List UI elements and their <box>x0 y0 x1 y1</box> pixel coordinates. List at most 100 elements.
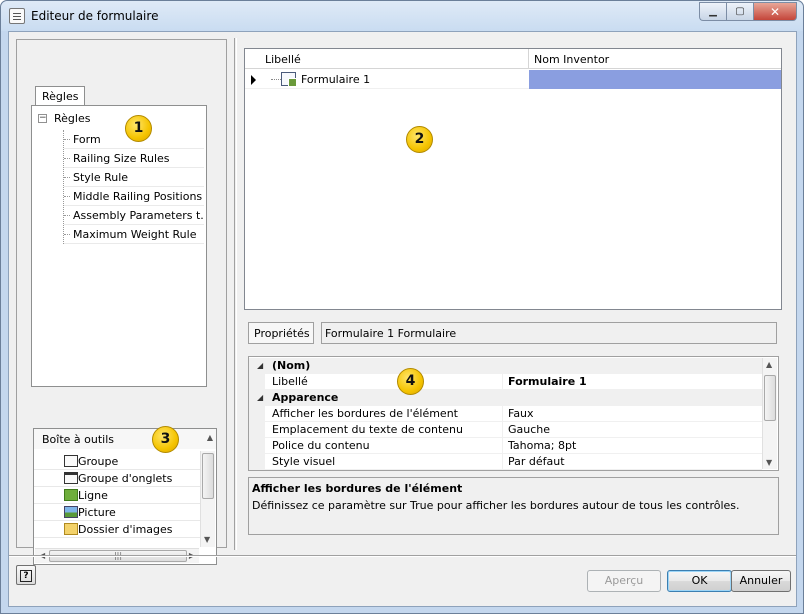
maximize-button[interactable]: ▢ <box>726 2 753 21</box>
property-row-show-borders[interactable]: Afficher les bordures de l'élément Faux <box>249 406 762 422</box>
tool-label: Groupe <box>78 454 119 468</box>
category-label: Apparence <box>272 391 339 404</box>
property-name: Emplacement du texte de contenu <box>272 423 463 436</box>
category-appearance[interactable]: ◢ Apparence <box>249 390 762 406</box>
scroll-up-icon[interactable]: ▲ <box>766 360 772 369</box>
toolbox-header: Boîte à outils ▲ <box>34 429 216 449</box>
tab-rules[interactable]: Règles <box>35 86 86 106</box>
tool-tab-group[interactable]: Groupe d'onglets <box>34 470 200 487</box>
collapse-triangle-icon[interactable]: ◢ <box>257 361 263 370</box>
scrollbar-thumb[interactable] <box>202 453 214 499</box>
row-inventor-name-cell[interactable] <box>529 70 781 89</box>
tool-group[interactable]: Groupe <box>34 453 200 470</box>
property-name: Libellé <box>272 375 308 388</box>
category-label: (Nom) <box>272 359 311 372</box>
column-divider <box>502 422 503 438</box>
column-divider <box>502 438 503 454</box>
form-editor-window: Editeur de formulaire ▁ ▢ ✕ Règles − Règ… <box>0 0 804 614</box>
property-grid[interactable]: ◢ (Nom) Libellé Formulaire 1 ◢ Apparence… <box>248 356 779 471</box>
minimize-button[interactable]: ▁ <box>699 2 726 21</box>
tool-label: Groupe d'onglets <box>78 471 173 485</box>
rules-tree[interactable]: − Règles Form Railing Size Rules Style R… <box>31 105 207 387</box>
property-row-visual-style[interactable]: Style visuel Par défaut <box>249 454 762 470</box>
collapse-triangle-icon[interactable]: ◢ <box>257 393 263 402</box>
dialog-client-area: Règles − Règles Form Railing Size Rules … <box>8 31 797 607</box>
tree-item-middle-railing-positions[interactable]: Middle Railing Positions <box>64 187 204 206</box>
minimize-icon: ▁ <box>709 6 717 17</box>
window-controls: ▁ ▢ ✕ <box>699 2 797 21</box>
property-name: Afficher les bordures de l'élément <box>272 407 458 420</box>
tree-root-rules[interactable]: − Règles <box>38 112 90 125</box>
tree-root-label: Règles <box>54 112 91 125</box>
column-header-inventor-name[interactable]: Nom Inventor <box>534 53 609 66</box>
pane-splitter[interactable] <box>234 38 237 550</box>
help-icon: ? <box>20 570 32 582</box>
help-button[interactable]: ? <box>16 565 36 585</box>
callout-badge-4: 4 <box>397 368 424 395</box>
tree-items: Form Railing Size Rules Style Rule Middl… <box>63 130 204 244</box>
property-name: Police du contenu <box>272 439 370 452</box>
tool-picture-folder[interactable]: Dossier d'images <box>34 521 200 538</box>
property-value[interactable]: Par défaut <box>508 455 565 468</box>
property-grid-scrollbar[interactable]: ▲ ▼ <box>762 358 777 469</box>
column-divider[interactable] <box>528 49 529 69</box>
window-title: Editeur de formulaire <box>31 9 159 23</box>
maximize-icon: ▢ <box>735 6 745 17</box>
toolbox-title: Boîte à outils <box>42 433 115 446</box>
property-value[interactable]: Faux <box>508 407 534 420</box>
form-icon <box>281 72 297 87</box>
row-icon <box>64 489 78 501</box>
tool-label: Dossier d'images <box>78 522 173 536</box>
cancel-button[interactable]: Annuler <box>731 570 791 592</box>
tool-label: Ligne <box>78 488 108 502</box>
property-value[interactable]: Gauche <box>508 423 550 436</box>
tree-connector <box>271 79 281 80</box>
preview-button[interactable]: Aperçu <box>587 570 661 592</box>
tree-item-style-rule[interactable]: Style Rule <box>64 168 204 187</box>
grid-header: Libellé Nom Inventor <box>245 49 781 69</box>
callout-badge-1: 1 <box>125 115 152 142</box>
grid-row[interactable]: Formulaire 1 <box>245 70 781 89</box>
bottom-separator <box>9 555 796 557</box>
tree-item-assembly-parameters[interactable]: Assembly Parameters t... <box>64 206 204 225</box>
property-value[interactable]: Formulaire 1 <box>508 375 587 388</box>
tree-item-maximum-weight-rule[interactable]: Maximum Weight Rule <box>64 225 204 244</box>
column-header-label[interactable]: Libellé <box>265 53 301 66</box>
title-bar[interactable]: Editeur de formulaire ▁ ▢ ✕ <box>1 1 803 31</box>
description-text: Définissez ce paramètre sur True pour af… <box>252 499 740 512</box>
toolbox-vertical-scrollbar[interactable]: ▼ <box>200 451 215 547</box>
property-value[interactable]: Tahoma; 8pt <box>508 439 576 452</box>
tab-group-icon <box>64 472 78 484</box>
picture-icon <box>64 506 78 518</box>
picture-folder-icon <box>64 523 78 535</box>
property-row-content-text-location[interactable]: Emplacement du texte de contenu Gauche <box>249 422 762 438</box>
scrollbar-thumb[interactable] <box>764 375 776 421</box>
row-label[interactable]: Formulaire 1 <box>301 73 370 86</box>
property-row-content-font[interactable]: Police du contenu Tahoma; 8pt <box>249 438 762 454</box>
group-icon <box>64 455 78 467</box>
description-title: Afficher les bordures de l'élément <box>252 482 463 495</box>
scroll-down-icon[interactable]: ▼ <box>766 458 772 467</box>
tab-properties[interactable]: Propriétés <box>248 322 314 344</box>
close-button[interactable]: ✕ <box>753 2 797 21</box>
current-row-icon <box>251 75 256 85</box>
column-divider <box>502 454 503 470</box>
collapse-icon[interactable]: − <box>38 114 47 123</box>
tree-item-railing-size-rules[interactable]: Railing Size Rules <box>64 149 204 168</box>
property-description: Afficher les bordures de l'élément Défin… <box>248 477 779 535</box>
column-divider <box>502 374 503 390</box>
form-editor-icon <box>9 8 25 24</box>
close-icon: ✕ <box>769 4 781 19</box>
scroll-up-icon[interactable]: ▲ <box>207 433 213 442</box>
ok-button[interactable]: OK <box>667 570 732 592</box>
category-name[interactable]: ◢ (Nom) <box>249 358 762 374</box>
tool-row[interactable]: Ligne <box>34 487 200 504</box>
toolbox-list: Groupe Groupe d'onglets Ligne Picture Do… <box>34 453 200 538</box>
scroll-down-icon[interactable]: ▼ <box>204 535 210 544</box>
tool-picture[interactable]: Picture <box>34 504 200 521</box>
callout-badge-3: 3 <box>152 426 179 453</box>
tool-label: Picture <box>78 505 116 519</box>
property-row-label[interactable]: Libellé Formulaire 1 <box>249 374 762 390</box>
property-name: Style visuel <box>272 455 336 468</box>
form-grid[interactable]: Libellé Nom Inventor Formulaire 1 <box>244 48 782 310</box>
